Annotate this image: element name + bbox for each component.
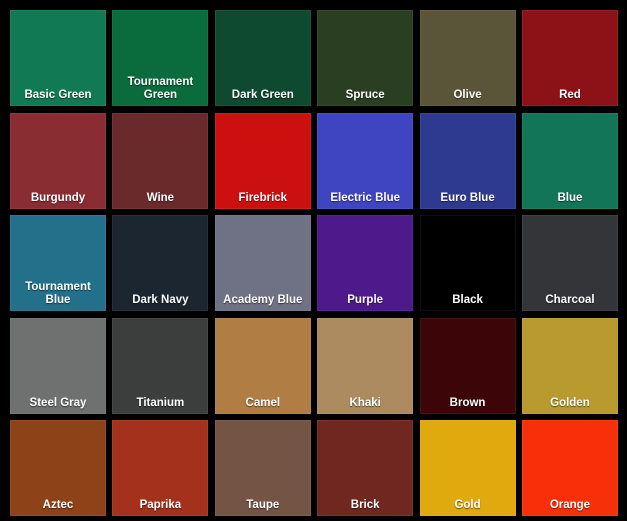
swatch-taupe[interactable]: Taupe — [214, 420, 311, 516]
swatch-label: Electric Blue — [330, 191, 400, 204]
swatch-label: Euro Blue — [440, 191, 495, 204]
swatch-label: Aztec — [42, 499, 74, 511]
swatch-label: Steel Gray — [29, 396, 87, 409]
swatch-label: Golden — [550, 396, 590, 409]
swatch-label: Olive — [453, 89, 482, 101]
swatch-label: Paprika — [139, 499, 182, 511]
swatch-olive[interactable]: Olive — [419, 10, 516, 106]
swatch-tournament-blue[interactable]: Tournament Blue — [10, 215, 106, 311]
swatch-golden[interactable]: Golden — [521, 317, 618, 414]
swatch-label: Brick — [350, 499, 380, 511]
swatch-label: Wine — [146, 191, 175, 204]
swatch-orange[interactable]: Orange — [521, 420, 618, 516]
swatch-label: Academy Blue — [223, 294, 303, 306]
swatch-label: Red — [559, 89, 581, 101]
swatch-label: Khaki — [349, 396, 381, 409]
swatch-label: Dark Green — [231, 89, 294, 101]
swatch-label: Tournament Green — [127, 76, 194, 101]
swatch-camel[interactable]: Camel — [214, 317, 311, 414]
swatch-black[interactable]: Black — [419, 215, 516, 311]
swatch-label: Camel — [245, 396, 281, 409]
swatch-electric-blue[interactable]: Electric Blue — [317, 112, 414, 209]
swatch-dark-navy[interactable]: Dark Navy — [112, 215, 209, 311]
swatch-label: Burgundy — [30, 191, 86, 204]
swatch-spruce[interactable]: Spruce — [317, 10, 414, 106]
swatch-firebrick[interactable]: Firebrick — [214, 112, 311, 209]
swatch-dark-green[interactable]: Dark Green — [214, 10, 311, 106]
swatch-label: Spruce — [345, 89, 385, 101]
swatch-label: Purple — [347, 294, 384, 306]
swatch-blue[interactable]: Blue — [521, 112, 618, 209]
swatch-basic-green[interactable]: Basic Green — [10, 10, 106, 106]
swatch-gold[interactable]: Gold — [419, 420, 516, 516]
swatch-label: Blue — [557, 191, 583, 204]
swatch-label: Gold — [454, 499, 481, 511]
swatch-wine[interactable]: Wine — [112, 112, 209, 209]
swatch-titanium[interactable]: Titanium — [112, 317, 209, 414]
color-swatch-grid: Basic Green Tournament Green Dark Green … — [10, 10, 618, 516]
swatch-label: Firebrick — [238, 191, 288, 204]
swatch-charcoal[interactable]: Charcoal — [521, 215, 618, 311]
swatch-purple[interactable]: Purple — [317, 215, 414, 311]
swatch-label: Dark Navy — [132, 294, 189, 306]
swatch-label: Basic Green — [24, 89, 92, 101]
swatch-brown[interactable]: Brown — [419, 317, 516, 414]
swatch-label: Black — [452, 294, 483, 306]
swatch-tournament-green[interactable]: Tournament Green — [112, 10, 209, 106]
swatch-label: Tournament Blue — [25, 281, 91, 306]
swatch-khaki[interactable]: Khaki — [317, 317, 414, 414]
swatch-label: Taupe — [246, 499, 280, 511]
swatch-label: Orange — [549, 499, 591, 511]
swatch-academy-blue[interactable]: Academy Blue — [214, 215, 311, 311]
swatch-steel-gray[interactable]: Steel Gray — [10, 317, 106, 414]
swatch-red[interactable]: Red — [521, 10, 618, 106]
swatch-label: Titanium — [136, 396, 185, 409]
swatch-burgundy[interactable]: Burgundy — [10, 112, 106, 209]
swatch-label: Charcoal — [545, 294, 595, 306]
swatch-euro-blue[interactable]: Euro Blue — [419, 112, 516, 209]
swatch-paprika[interactable]: Paprika — [112, 420, 209, 516]
swatch-brick[interactable]: Brick — [317, 420, 414, 516]
swatch-aztec[interactable]: Aztec — [10, 420, 106, 516]
swatch-label: Brown — [449, 396, 486, 409]
